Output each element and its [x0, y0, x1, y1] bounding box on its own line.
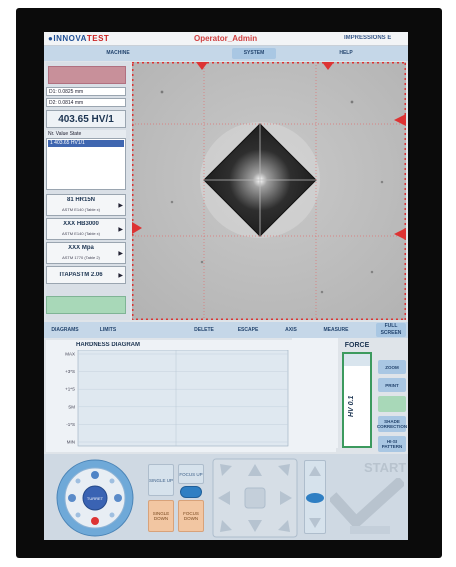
- focus-center-button[interactable]: [180, 486, 202, 498]
- conversion-value: ITAPASTM 2.06: [59, 272, 103, 278]
- menu-bar: MACHINE SYSTEM HELP: [44, 46, 408, 61]
- d1-readout: D1: 0.0825 mm: [46, 87, 126, 96]
- z-center-icon[interactable]: [306, 493, 324, 503]
- turret-position-icon[interactable]: [75, 478, 81, 484]
- d2-readout: D2: 0.0814 mm: [46, 98, 126, 107]
- z-down-icon[interactable]: [309, 518, 321, 528]
- single-down-button[interactable]: SINGLE DOWN: [148, 500, 174, 532]
- y-tick-label: +1*S: [65, 387, 75, 392]
- turret-position-top-icon[interactable]: [91, 471, 99, 479]
- menu-tab-system[interactable]: SYSTEM: [232, 48, 276, 59]
- panel-footer-button[interactable]: [46, 296, 126, 314]
- diagram-stats-column: [292, 338, 338, 448]
- arrow-right-icon: ▶: [118, 251, 123, 257]
- results-list-header: Nr. Value State: [46, 130, 126, 138]
- tab-limits[interactable]: LIMITS: [90, 325, 126, 335]
- force-header: [344, 354, 370, 366]
- turret-dial[interactable]: TURRET: [52, 458, 138, 538]
- function-tab-bar: DIAGRAMS LIMITS DELETE ESCAPE AXIS MEASU…: [44, 322, 408, 338]
- hardness-value: 403.65 HV/1: [46, 110, 126, 128]
- diagram-title: HARDNESS DIAGRAM: [76, 342, 141, 348]
- print-button[interactable]: PRINT: [378, 378, 406, 392]
- zoom-button[interactable]: ZOOM: [378, 360, 406, 374]
- brand-prefix: INNOVA: [53, 34, 87, 43]
- results-list[interactable]: 1 403.65 HV1/1: [46, 138, 126, 190]
- focus-down-button[interactable]: FOCUS DOWN: [178, 500, 204, 532]
- conversion-value: XXX HB3000: [63, 221, 99, 227]
- arrow-right-icon: ▶: [118, 203, 123, 209]
- plot-area: [77, 350, 289, 447]
- save-button[interactable]: [378, 396, 406, 412]
- force-panel: FORCE HV 0.1: [340, 338, 374, 450]
- y-tick-label: +3*S: [65, 369, 75, 374]
- conversion-scale: ASTM E140 (Table x): [61, 231, 100, 236]
- conversion-row[interactable]: ITAPASTM 2.06 ▶: [46, 266, 126, 284]
- measurement-panel: D1: 0.0825 mm D2: 0.0814 mm 403.65 HV/1 …: [46, 62, 130, 320]
- title-bar: ●INNOVATEST Operator_Admin IMPRESSIONS E: [44, 32, 408, 46]
- tab-axis[interactable]: AXIS: [276, 325, 306, 335]
- force-value: HV 0.1: [348, 395, 355, 417]
- z-axis-arrows: [306, 466, 324, 528]
- menu-tab-3[interactable]: [144, 48, 184, 59]
- turret-position-bottom-icon[interactable]: [91, 517, 99, 525]
- tab-escape[interactable]: ESCAPE: [230, 325, 266, 335]
- checkmark-icon: [330, 478, 404, 530]
- tab-measure[interactable]: MEASURE: [316, 325, 356, 335]
- tab-diagrams[interactable]: DIAGRAMS: [46, 325, 84, 335]
- brand-logo: ●INNOVATEST: [48, 34, 110, 43]
- conversion-row[interactable]: XXX HB3000 ASTM E140 (Table x) ▶: [46, 218, 126, 240]
- arrow-right-icon: ▶: [118, 273, 123, 279]
- conversion-scale: ASTM E140 (Table x): [61, 207, 100, 212]
- conversion-value: 81 HR15N: [66, 197, 95, 203]
- xy-stage-pad[interactable]: [212, 458, 298, 538]
- force-selector[interactable]: HV 0.1: [342, 352, 372, 448]
- turret-position-icon[interactable]: [75, 512, 81, 518]
- menu-tab-1[interactable]: [46, 48, 92, 59]
- focus-up-button[interactable]: FOCUS UP: [178, 464, 204, 484]
- y-tick-label: -1*S: [66, 422, 75, 427]
- tab-3[interactable]: [132, 325, 180, 335]
- chart-ticks: MAX +3*S +1*S SM -1*S MIN: [65, 352, 75, 445]
- conversion-scale: ASTM 1770 (Table 2): [62, 255, 100, 260]
- menu-tab-help[interactable]: HELP: [326, 48, 366, 59]
- force-title: FORCE: [344, 342, 370, 349]
- machine-controls: TURRET SINGLE UP FOCUS UP SINGLE DOWN FO…: [44, 454, 408, 540]
- stage-center-button[interactable]: [244, 487, 266, 509]
- conversion-row[interactable]: XXX Mpa ASTM 1770 (Table 2) ▶: [46, 242, 126, 264]
- menu-tab-6[interactable]: [280, 48, 320, 59]
- conversion-row[interactable]: 81 HR15N ASTM E140 (Table x) ▶: [46, 194, 126, 216]
- start-base: [350, 526, 390, 534]
- indentation-image-view[interactable]: [132, 62, 406, 320]
- start-label: START: [364, 460, 407, 475]
- hardness-tester-screen: ●INNOVATEST Operator_Admin IMPRESSIONS E…: [44, 32, 408, 540]
- menu-tab-4[interactable]: [188, 48, 228, 59]
- brand-suffix: TEST: [86, 34, 110, 43]
- turret-position-right-icon[interactable]: [114, 494, 122, 502]
- single-up-button[interactable]: SINGLE UP: [148, 464, 174, 496]
- turret-position-left-icon[interactable]: [68, 494, 76, 502]
- menu-tab-machine[interactable]: MACHINE: [96, 48, 140, 59]
- hi-si-pattern-button[interactable]: HI-SI PATTERN: [378, 436, 406, 452]
- z-up-icon[interactable]: [309, 466, 321, 476]
- impressions-label: IMPRESSIONS E: [344, 35, 392, 41]
- y-tick-label: MAX: [65, 352, 75, 357]
- conversion-value: XXX Mpa: [68, 245, 94, 251]
- list-item[interactable]: 1 403.65 HV1/1: [48, 140, 124, 147]
- turret-position-icon[interactable]: [109, 512, 115, 518]
- turret-position-icon[interactable]: [109, 478, 115, 484]
- operator-label: Operator_Admin: [194, 34, 258, 43]
- arrow-right-icon: ▶: [118, 227, 123, 233]
- turret-label: TURRET: [87, 496, 104, 501]
- full-screen-button[interactable]: FULL SCREEN: [376, 323, 406, 337]
- y-tick-label: SM: [68, 404, 75, 409]
- y-tick-label: MIN: [67, 440, 75, 445]
- start-button[interactable]: [330, 478, 404, 536]
- tab-delete[interactable]: DELETE: [186, 325, 222, 335]
- panel-header-button[interactable]: [48, 66, 126, 84]
- shade-correction-button[interactable]: SHADE CORRECTION: [377, 416, 407, 432]
